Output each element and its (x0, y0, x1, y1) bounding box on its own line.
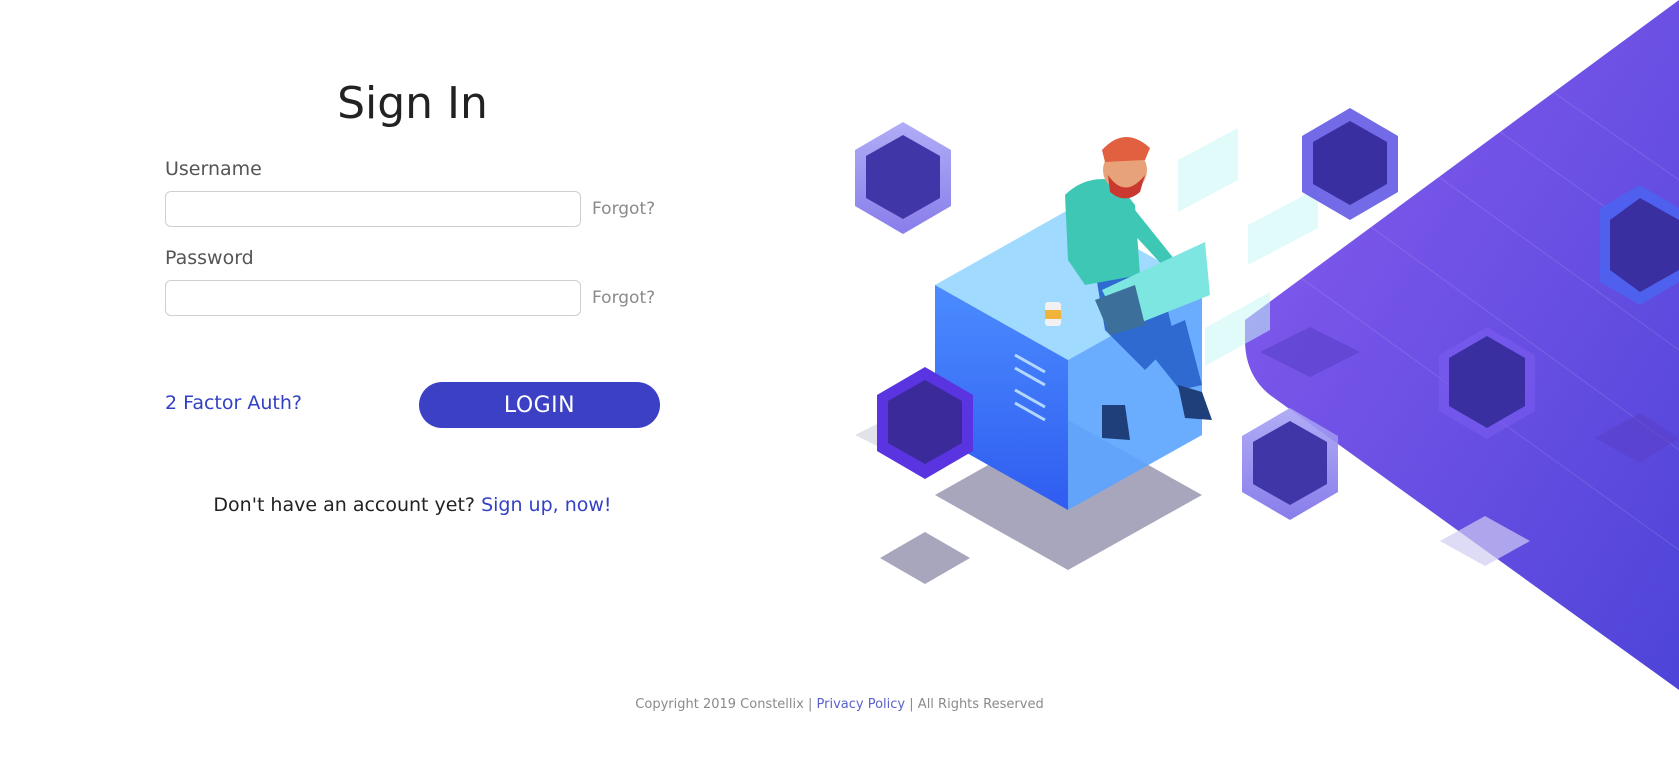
hero-illustration (855, 0, 1679, 690)
signup-link[interactable]: Sign up, now! (481, 494, 612, 516)
footer-separator: | (807, 697, 813, 712)
password-label: Password (165, 247, 254, 269)
signup-row: Don't have an account yet? Sign up, now! (165, 494, 660, 516)
page-title: Sign In (337, 78, 488, 129)
coffee-cup-icon (1045, 302, 1061, 326)
two-factor-auth-link[interactable]: 2 Factor Auth? (165, 392, 302, 414)
signup-prompt: Don't have an account yet? (213, 494, 476, 516)
forgot-password-link[interactable]: Forgot? (592, 288, 655, 308)
login-button[interactable]: LOGIN (419, 382, 660, 428)
tile-shadow (880, 532, 970, 584)
password-input[interactable] (165, 280, 581, 316)
username-input[interactable] (165, 191, 581, 227)
floating-panel (1248, 188, 1318, 265)
copyright-text: Copyright 2019 Constellix (635, 697, 804, 712)
username-label: Username (165, 158, 262, 180)
floating-panel (1178, 128, 1238, 212)
server-hexagon-icon (855, 122, 951, 234)
server-hexagon-icon (1600, 185, 1679, 305)
forgot-username-link[interactable]: Forgot? (592, 199, 655, 219)
